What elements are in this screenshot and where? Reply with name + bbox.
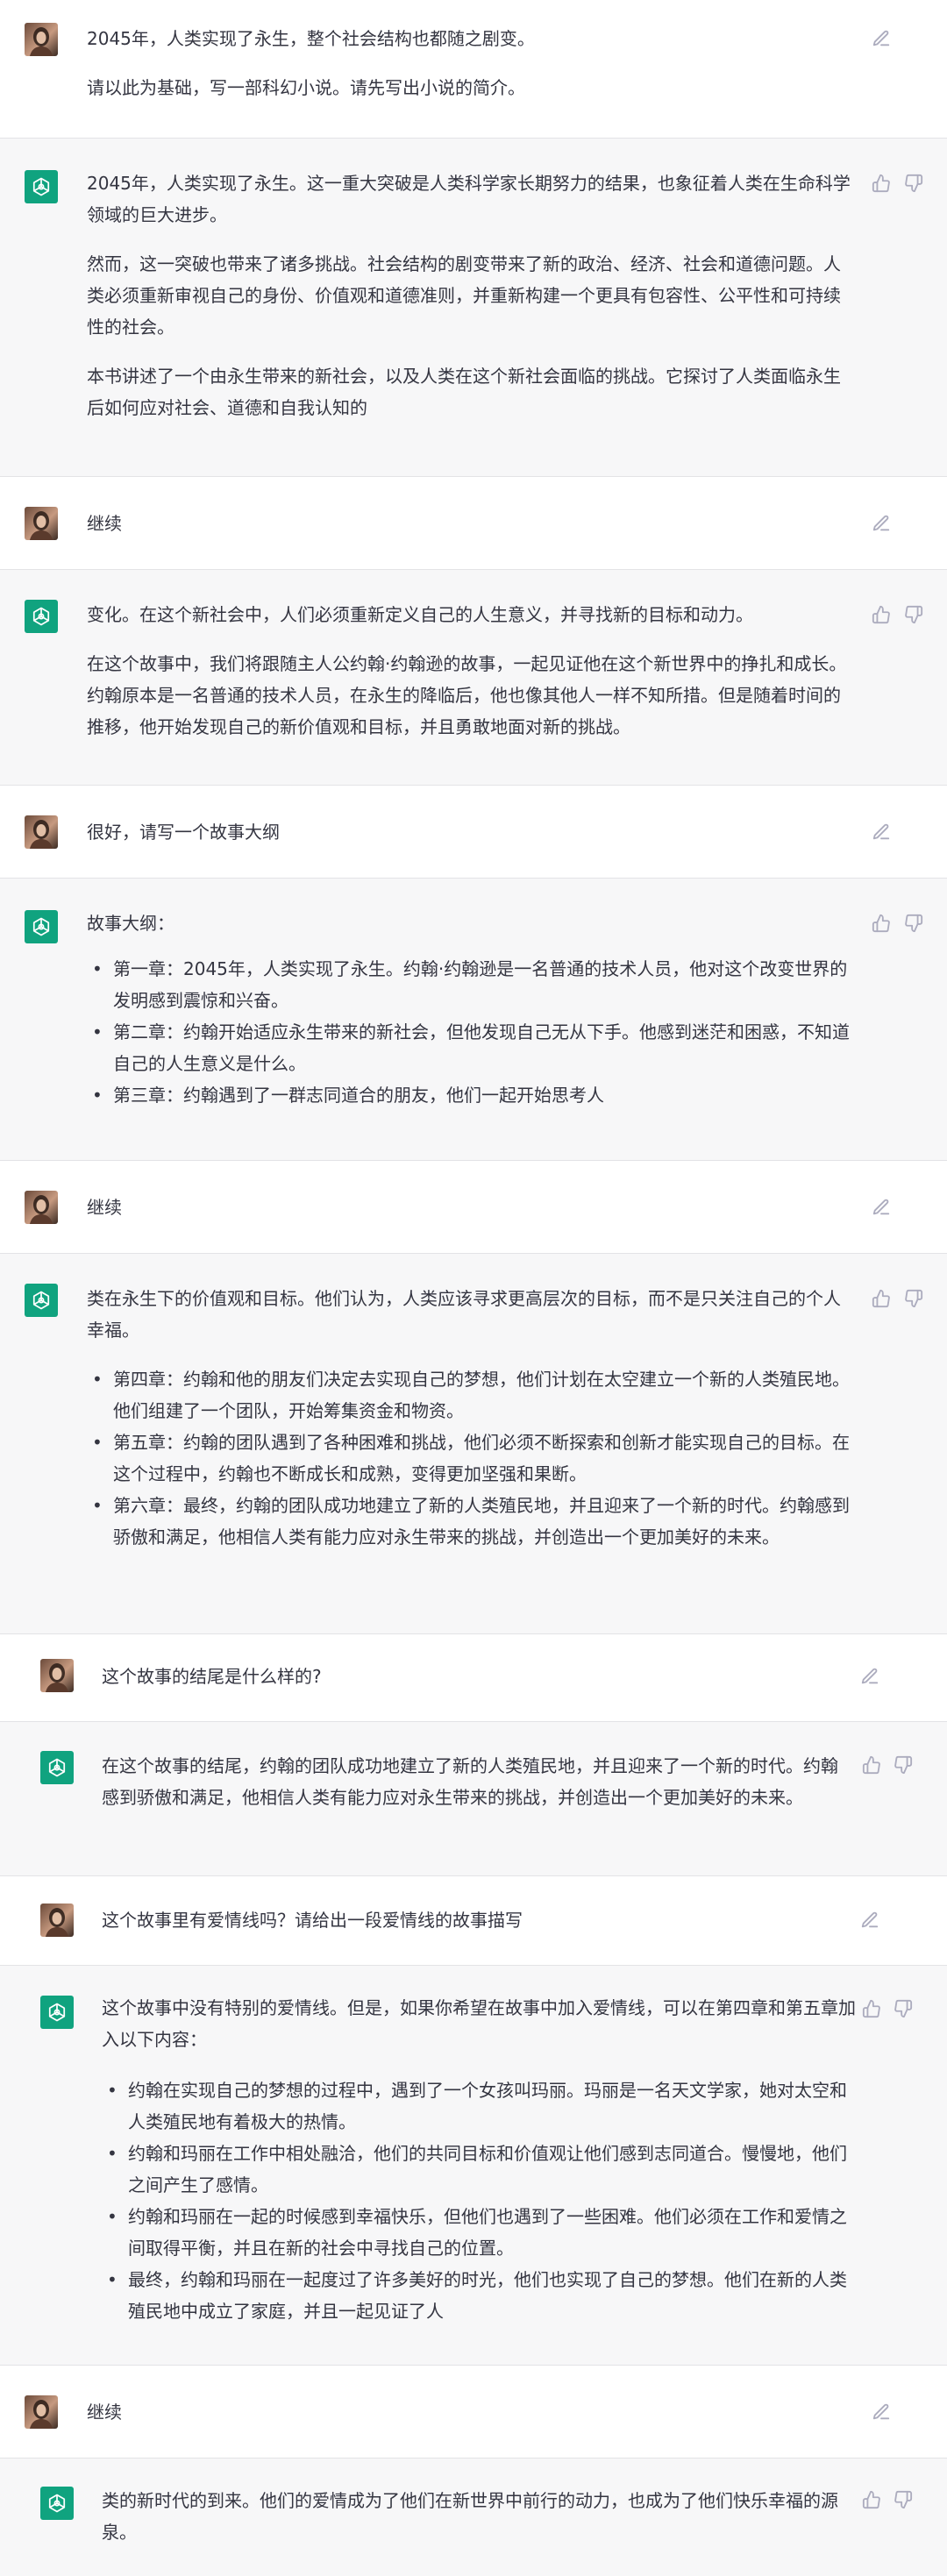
edit-icon[interactable] xyxy=(871,822,892,843)
thumbs-down-icon[interactable] xyxy=(893,1998,914,2019)
message-text: 类在永生下的价值观和目标。他们认为，人类应该寻求更高层次的目标，而不是只关注自己… xyxy=(87,1283,855,1553)
list-item: 第四章：约翰和他的朋友们决定去实现自己的梦想，他们计划在太空建立一个新的人类殖民… xyxy=(87,1363,855,1427)
message-paragraph: 这个故事里有爱情线吗？请给出一段爱情线的故事描写 xyxy=(102,1910,523,1931)
message-text: 这个故事里有爱情线吗？请给出一段爱情线的故事描写 xyxy=(102,1904,847,1936)
message-paragraph: 故事大纲： xyxy=(87,913,174,934)
assistant-message: 变化。在这个新社会中，人们必须重新定义自己的人生意义，并寻找新的目标和动力。 在… xyxy=(0,570,947,786)
message-paragraph: 请以此为基础，写一部科幻小说。请先写出小说的简介。 xyxy=(87,77,525,98)
openai-logo-icon xyxy=(25,910,58,943)
list-item: 第一章：2045年，人类实现了永生。约翰·约翰逊是一名普通的技术人员，他对这个改… xyxy=(87,953,855,1016)
message-text: 2045年，人类实现了永生。这一重大突破是人类科学家长期努力的结果，也象征着人类… xyxy=(87,167,855,423)
bullet-list: 约翰在实现自己的梦想的过程中，遇到了一个女孩叫玛丽。玛丽是一名天文学家，她对太空… xyxy=(102,2074,856,2327)
bullet-list: 第四章：约翰和他的朋友们决定去实现自己的梦想，他们计划在太空建立一个新的人类殖民… xyxy=(87,1363,855,1553)
openai-logo-icon xyxy=(25,1284,58,1317)
list-item: 约翰和玛丽在工作中相处融洽，他们的共同目标和价值观让他们感到志同道合。慢慢地，他… xyxy=(102,2138,856,2201)
assistant-message: 这个故事中没有特别的爱情线。但是，如果你希望在故事中加入爱情线，可以在第四章和第… xyxy=(0,1966,947,2366)
thumbs-up-icon[interactable] xyxy=(871,1288,892,1309)
user-message: 继续 xyxy=(0,477,947,570)
message-text: 这个故事中没有特别的爱情线。但是，如果你希望在故事中加入爱情线，可以在第四章和第… xyxy=(102,1992,856,2327)
message-paragraph: 在这个故事的结尾，约翰的团队成功地建立了新的人类殖民地，并且迎来了一个新的时代。… xyxy=(102,1755,838,1808)
openai-logo-icon xyxy=(40,1996,74,2029)
thumbs-down-icon[interactable] xyxy=(903,913,924,934)
edit-icon[interactable] xyxy=(859,1910,880,1931)
message-paragraph: 在这个故事中，我们将跟随主人公约翰·约翰逊的故事，一起见证他在这个新世界中的挣扎… xyxy=(87,653,847,737)
user-avatar xyxy=(25,23,58,56)
message-paragraph: 本书讲述了一个由永生带来的新社会，以及人类在这个新社会面临的挑战。它探讨了人类面… xyxy=(87,366,841,418)
thumbs-down-icon[interactable] xyxy=(893,1754,914,1775)
thumbs-down-icon[interactable] xyxy=(903,173,924,194)
edit-icon[interactable] xyxy=(871,28,892,49)
user-avatar xyxy=(40,1904,74,1937)
message-paragraph: 继续 xyxy=(87,2402,122,2423)
user-avatar xyxy=(25,1191,58,1224)
list-item: 最终，约翰和玛丽在一起度过了许多美好的时光，他们也实现了自己的梦想。他们在新的人… xyxy=(102,2264,856,2327)
user-message: 继续 xyxy=(0,1161,947,1254)
message-text: 在这个故事的结尾，约翰的团队成功地建立了新的人类殖民地，并且迎来了一个新的时代。… xyxy=(102,1750,847,1813)
message-paragraph: 这个故事的结尾是什么样的? xyxy=(102,1666,322,1687)
bullet-list: 第一章：2045年，人类实现了永生。约翰·约翰逊是一名普通的技术人员，他对这个改… xyxy=(87,953,855,1111)
list-item: 约翰在实现自己的梦想的过程中，遇到了一个女孩叫玛丽。玛丽是一名天文学家，她对太空… xyxy=(102,2074,856,2138)
user-avatar xyxy=(25,507,58,540)
message-paragraph: 很好，请写一个故事大纲 xyxy=(87,822,280,843)
thumbs-down-icon[interactable] xyxy=(903,1288,924,1309)
user-avatar xyxy=(40,1659,74,1692)
message-paragraph: 然而，这一突破也带来了诸多挑战。社会结构的剧变带来了新的政治、经济、社会和道德问… xyxy=(87,253,841,338)
message-paragraph: 2045年，人类实现了永生。这一重大突破是人类科学家长期努力的结果，也象征着人类… xyxy=(87,173,851,225)
message-paragraph: 变化。在这个新社会中，人们必须重新定义自己的人生意义，并寻找新的目标和动力。 xyxy=(87,604,753,625)
message-text: 这个故事的结尾是什么样的? xyxy=(102,1661,847,1692)
message-paragraph: 类的新时代的到来。他们的爱情成为了他们在新世界中前行的动力，也成为了他们快乐幸福… xyxy=(102,2490,838,2543)
edit-icon[interactable] xyxy=(871,2402,892,2423)
message-text: 继续 xyxy=(87,1192,850,1223)
user-message: 继续 xyxy=(0,2366,947,2459)
message-paragraph: 类在永生下的价值观和目标。他们认为，人类应该寻求更高层次的目标，而不是只关注自己… xyxy=(87,1288,841,1341)
user-message: 这个故事的结尾是什么样的? xyxy=(0,1634,947,1722)
edit-icon[interactable] xyxy=(871,1197,892,1218)
message-paragraph: 2045年，人类实现了永生，整个社会结构也都随之剧变。 xyxy=(87,28,535,49)
message-paragraph: 继续 xyxy=(87,1197,122,1218)
message-paragraph: 继续 xyxy=(87,513,122,534)
list-item: 第二章：约翰开始适应永生带来的新社会，但他发现自己无从下手。他感到迷茫和困惑，不… xyxy=(87,1016,855,1079)
thumbs-up-icon[interactable] xyxy=(871,604,892,625)
assistant-message: 类在永生下的价值观和目标。他们认为，人类应该寻求更高层次的目标，而不是只关注自己… xyxy=(0,1254,947,1634)
openai-logo-icon xyxy=(40,2487,74,2520)
edit-icon[interactable] xyxy=(859,1666,880,1687)
message-text: 继续 xyxy=(87,508,850,539)
openai-logo-icon xyxy=(25,600,58,633)
list-item: 约翰和玛丽在一起的时候感到幸福快乐，但他们也遇到了一些困难。他们必须在工作和爱情… xyxy=(102,2201,856,2264)
thumbs-down-icon[interactable] xyxy=(903,604,924,625)
thumbs-up-icon[interactable] xyxy=(871,913,892,934)
user-message: 很好，请写一个故事大纲 xyxy=(0,786,947,879)
message-text: 故事大纲： 第一章：2045年，人类实现了永生。约翰·约翰逊是一名普通的技术人员… xyxy=(87,907,855,1111)
list-item: 第六章：最终，约翰的团队成功地建立了新的人类殖民地，并且迎来了一个新的时代。约翰… xyxy=(87,1490,855,1553)
chat-thread: 2045年，人类实现了永生，整个社会结构也都随之剧变。 请以此为基础，写一部科幻… xyxy=(0,0,947,2576)
message-paragraph: 这个故事中没有特别的爱情线。但是，如果你希望在故事中加入爱情线，可以在第四章和第… xyxy=(102,1997,856,2050)
user-message: 这个故事里有爱情线吗？请给出一段爱情线的故事描写 xyxy=(0,1876,947,1966)
list-item: 第三章：约翰遇到了一群志同道合的朋友，他们一起开始思考人 xyxy=(87,1079,855,1111)
thumbs-up-icon[interactable] xyxy=(871,173,892,194)
list-item: 第五章：约翰的团队遇到了各种困难和挑战，他们必须不断探索和创新才能实现自己的目标… xyxy=(87,1427,855,1490)
message-text: 继续 xyxy=(87,2396,850,2428)
assistant-message: 2045年，人类实现了永生。这一重大突破是人类科学家长期努力的结果，也象征着人类… xyxy=(0,139,947,477)
user-avatar xyxy=(25,2395,58,2429)
assistant-message: 类的新时代的到来。他们的爱情成为了他们在新世界中前行的动力，也成为了他们快乐幸福… xyxy=(0,2459,947,2576)
openai-logo-icon xyxy=(40,1751,74,1784)
assistant-message: 在这个故事的结尾，约翰的团队成功地建立了新的人类殖民地，并且迎来了一个新的时代。… xyxy=(0,1722,947,1876)
openai-logo-icon xyxy=(25,170,58,203)
message-text: 类的新时代的到来。他们的爱情成为了他们在新世界中前行的动力，也成为了他们快乐幸福… xyxy=(102,2485,847,2548)
thumbs-up-icon[interactable] xyxy=(861,1754,882,1775)
message-text: 很好，请写一个故事大纲 xyxy=(87,816,850,848)
thumbs-down-icon[interactable] xyxy=(893,2489,914,2510)
thumbs-up-icon[interactable] xyxy=(861,1998,882,2019)
thumbs-up-icon[interactable] xyxy=(861,2489,882,2510)
assistant-message: 故事大纲： 第一章：2045年，人类实现了永生。约翰·约翰逊是一名普通的技术人员… xyxy=(0,879,947,1161)
user-message: 2045年，人类实现了永生，整个社会结构也都随之剧变。 请以此为基础，写一部科幻… xyxy=(0,0,947,139)
message-text: 变化。在这个新社会中，人们必须重新定义自己的人生意义，并寻找新的目标和动力。 在… xyxy=(87,599,855,743)
user-avatar xyxy=(25,815,58,849)
message-text: 2045年，人类实现了永生，整个社会结构也都随之剧变。 请以此为基础，写一部科幻… xyxy=(87,23,850,103)
edit-icon[interactable] xyxy=(871,513,892,534)
